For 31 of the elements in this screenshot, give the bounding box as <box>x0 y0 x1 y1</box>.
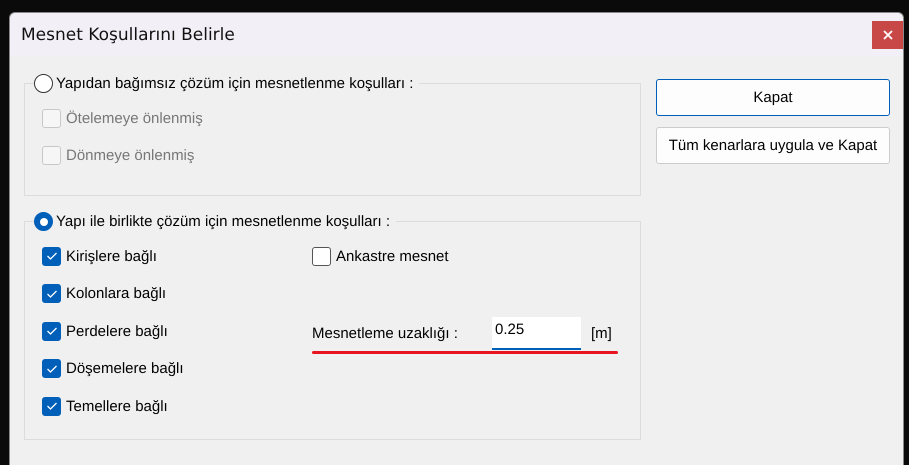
group-label: Yapıdan bağımsız çözüm için mesnetlenme koşulları : <box>56 75 414 92</box>
radio-button[interactable] <box>34 74 53 93</box>
checkbox[interactable] <box>42 322 61 340</box>
close-button[interactable] <box>872 20 903 48</box>
checkbox[interactable] <box>42 284 61 303</box>
checkbox-label: Dönmeye önlenmiş <box>66 147 194 164</box>
checkbox-label: Kolonlara bağlı <box>66 285 166 302</box>
checkbox-label: Kirişlere bağlı <box>66 248 157 264</box>
checkbox-label: Temellere bağlı <box>66 398 168 414</box>
distance-input[interactable]: 0.25 <box>492 316 581 350</box>
checkbox-label: Perdelere bağlı <box>66 322 168 340</box>
window-title: Mesnet Koşullarını Belirle <box>21 24 235 44</box>
unit-label: [m] <box>591 324 612 342</box>
checkbox-label: Ankastre mesnet <box>336 248 449 264</box>
check-icon <box>46 326 58 336</box>
close-icon <box>882 30 892 40</box>
checkbox-label: Döşemelere bağlı <box>66 360 184 377</box>
checkbox-label: Ötelemeye önlenmiş <box>66 110 203 126</box>
checkbox[interactable] <box>42 359 61 378</box>
checkbox[interactable] <box>42 396 61 416</box>
dialog-button[interactable]: Kapat <box>656 79 890 116</box>
checkbox[interactable] <box>42 246 61 266</box>
radio-button[interactable] <box>34 212 53 231</box>
checkbox[interactable] <box>312 246 331 266</box>
check-icon <box>46 251 58 261</box>
check-icon <box>46 364 58 374</box>
check-icon <box>46 401 58 411</box>
field-label: Mesnetleme uzaklığı : <box>312 324 459 342</box>
dialog-button[interactable]: Tüm kenarlara uygula ve Kapat <box>656 127 890 164</box>
check-icon <box>46 288 58 298</box>
group-label: Yapı ile birlikte çözüm için mesnetlenme koşulları : <box>56 213 390 230</box>
